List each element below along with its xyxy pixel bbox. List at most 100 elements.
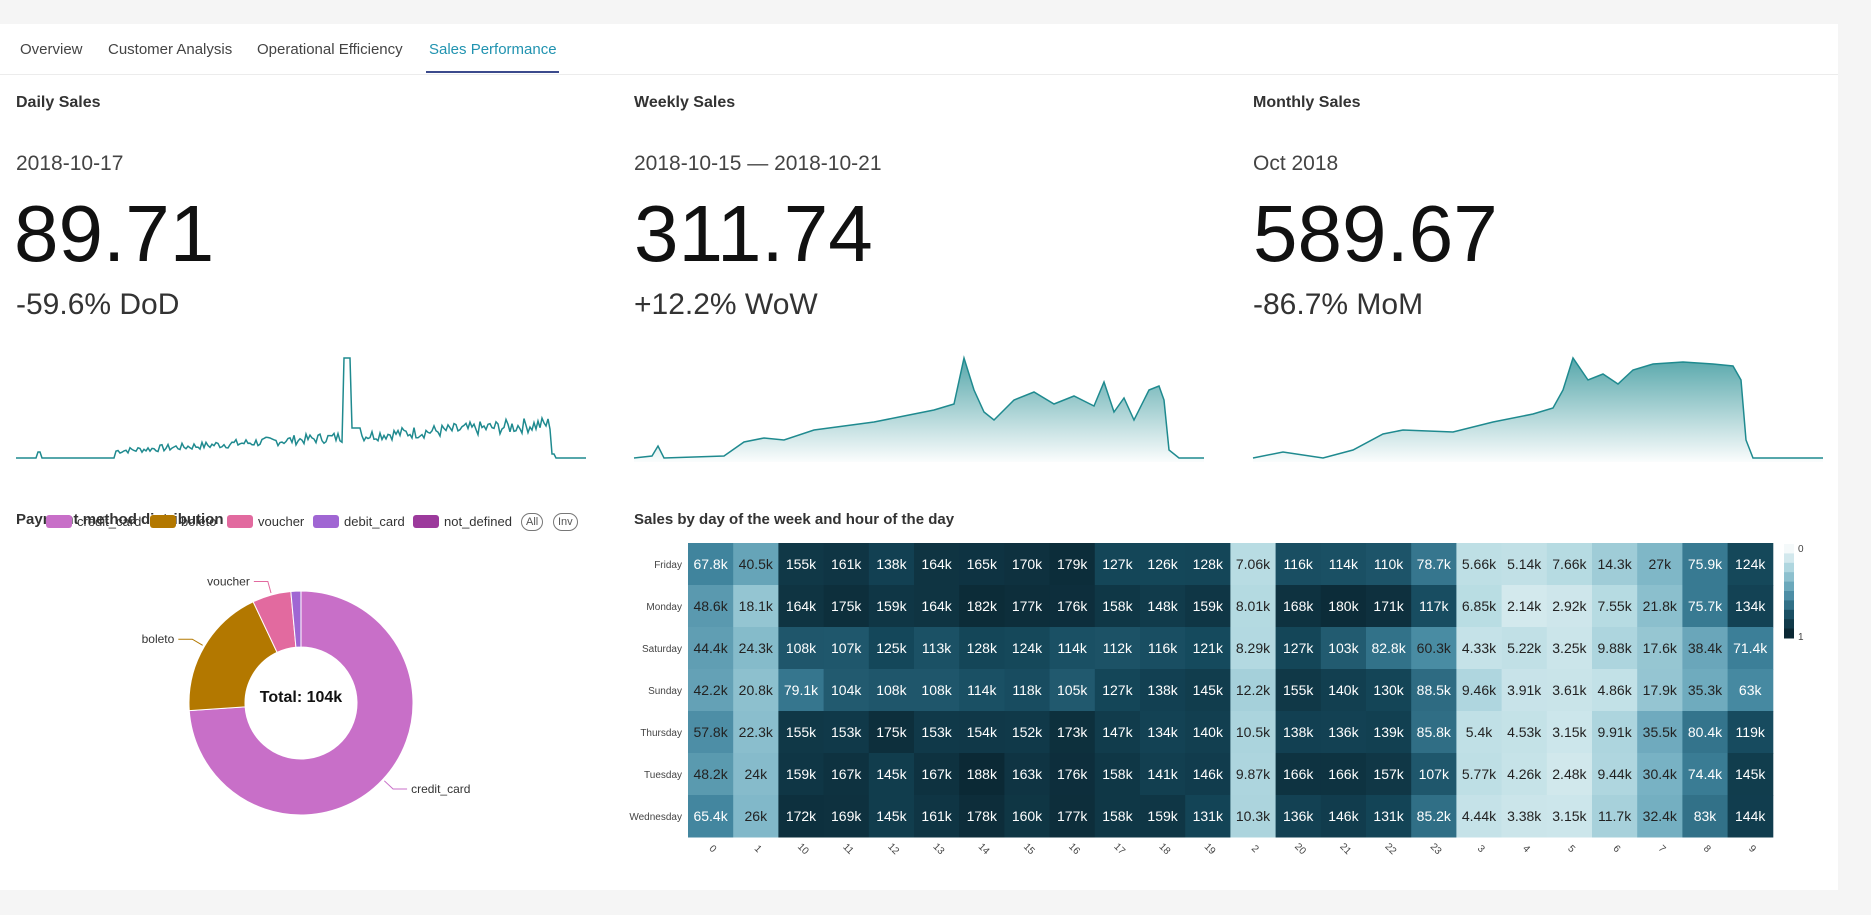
heatmap-cell-label: 130k: [1373, 682, 1404, 698]
heatmap-x-label: 4: [1520, 843, 1532, 855]
heatmap-x-label: 10: [795, 841, 811, 857]
heatmap-cell-label: 164k: [921, 556, 952, 572]
heatmap-cell-label: 88.5k: [1417, 682, 1452, 698]
monthly-sales-period: Oct 2018: [1253, 152, 1339, 175]
heatmap-cell-label: 134k: [1735, 598, 1766, 614]
heatmap-cell-label: 155k: [786, 724, 817, 740]
legend-item-boleto[interactable]: boleto: [150, 514, 216, 529]
heatmap-cell-label: 155k: [786, 556, 817, 572]
heatmap-cell-label: 179k: [1057, 556, 1088, 572]
legend-item-not-defined[interactable]: not_defined: [413, 514, 512, 529]
tab-overview[interactable]: Overview: [20, 41, 83, 58]
heatmap-x-label: 19: [1202, 841, 1218, 857]
colorscale-min-label: 0: [1798, 544, 1804, 555]
heatmap-cell-label: 75.7k: [1688, 598, 1723, 614]
monthly-sales-title: Monthly Sales: [1253, 94, 1361, 111]
heatmap-cell-label: 158k: [1102, 808, 1133, 824]
heatmap-cell-label: 163k: [1012, 766, 1043, 782]
legend-item-credit-card[interactable]: credit_card: [46, 514, 141, 529]
heatmap-cell-label: 4.44k: [1462, 808, 1497, 824]
legend-swatch: [150, 515, 176, 528]
heatmap-cell-label: 176k: [1057, 598, 1088, 614]
heatmap-x-label: 17: [1111, 841, 1127, 857]
heatmap-x-label: 23: [1428, 841, 1444, 857]
heatmap-x-label: 15: [1021, 841, 1037, 857]
heatmap-cell-label: 3.61k: [1552, 682, 1587, 698]
heatmap-y-label: Monday: [646, 602, 682, 613]
heatmap-x-label: 16: [1066, 841, 1082, 857]
heatmap-cell-label: 83k: [1694, 808, 1718, 824]
heatmap-cell-label: 71.4k: [1733, 640, 1768, 656]
heatmap-cell-label: 161k: [831, 556, 862, 572]
heatmap-cell-label: 131k: [1373, 808, 1404, 824]
weekly-sales-title: Weekly Sales: [634, 94, 736, 111]
heatmap-x-label: 11: [840, 842, 855, 857]
heatmap-x-label: 21: [1337, 841, 1353, 857]
legend-swatch: [413, 515, 439, 528]
tab-customer-analysis[interactable]: Customer Analysis: [108, 41, 232, 58]
heatmap-cell-label: 108k: [786, 640, 817, 656]
heatmap-cell-label: 3.38k: [1507, 808, 1542, 824]
heatmap-cell-label: 178k: [967, 808, 998, 824]
heatmap-cell-label: 175k: [831, 598, 862, 614]
heatmap-x-label: 3: [1475, 843, 1487, 855]
heatmap-cell-label: 114k: [1329, 556, 1359, 572]
heatmap-cell-label: 172k: [786, 808, 817, 824]
heatmap-cell-label: 10.3k: [1236, 808, 1271, 824]
heatmap-cell-label: 27k: [1649, 556, 1673, 572]
colorscale-step: [1784, 619, 1794, 630]
heatmap-cell-label: 144k: [1735, 808, 1766, 824]
heatmap-cell-label: 2.48k: [1552, 766, 1587, 782]
heatmap-cell-label: 177k: [1012, 598, 1043, 614]
heatmap-x-label: 6: [1611, 843, 1623, 855]
legend-label: credit_card: [77, 514, 142, 529]
heatmap-cell-label: 79.1k: [784, 682, 819, 698]
heatmap-cell-label: 167k: [921, 766, 952, 782]
heatmap-x-label: 20: [1292, 841, 1308, 857]
heatmap-cell-label: 167k: [831, 766, 862, 782]
heatmap-cell-label: 175k: [876, 724, 907, 740]
heatmap-cell-label: 18.1k: [739, 598, 774, 614]
tab-sales-performance[interactable]: Sales Performance: [429, 41, 557, 58]
monthly-sales-value: 589.67: [1253, 189, 1498, 278]
legend-item-voucher[interactable]: voucher: [227, 514, 304, 529]
legend-item-debit-card[interactable]: debit_card: [313, 514, 405, 529]
legend-all-toggle[interactable]: All: [521, 513, 544, 531]
heatmap-cell-label: 180k: [1328, 598, 1359, 614]
heatmap-cell-label: 9.91k: [1597, 724, 1632, 740]
heatmap-cell-label: 57.8k: [693, 724, 728, 740]
heatmap-cell-label: 22.3k: [739, 724, 774, 740]
legend-swatch: [313, 515, 339, 528]
heatmap-cell-label: 146k: [1328, 808, 1359, 824]
colorscale-step: [1784, 600, 1794, 611]
heatmap-cell-label: 9.88k: [1597, 640, 1632, 656]
heatmap-cell-label: 165k: [967, 556, 998, 572]
tab-operational-efficiency[interactable]: Operational Efficiency: [257, 41, 403, 58]
heatmap-cell-label: 75.9k: [1688, 556, 1723, 572]
heatmap-cell-label: 168k: [1283, 598, 1314, 614]
heatmap-cell-label: 166k: [1283, 766, 1314, 782]
weekly-sparkline-area: [634, 358, 1204, 462]
colorscale-step: [1784, 544, 1794, 554]
heatmap-cell-label: 24.3k: [739, 640, 774, 656]
slice-label-leader: [253, 580, 272, 594]
heatmap-cell-label: 108k: [876, 682, 907, 698]
colorscale-max-label: 1: [1798, 632, 1804, 643]
heatmap-cell-label: 42.2k: [693, 682, 728, 698]
slice-label-leader: [178, 638, 203, 646]
heatmap-cell-label: 141k: [1147, 766, 1178, 782]
sales-heatmap: Friday 67.8k 40.5k 155k 161k 138k 164k 165k 170k…: [629, 543, 1804, 857]
heatmap-cell-label: 107k: [1419, 766, 1450, 782]
legend-inverse-toggle[interactable]: Inv: [553, 513, 578, 531]
heatmap-x-label: 2: [1249, 843, 1261, 855]
slice-label-leader: [383, 780, 408, 790]
heatmap-cell-label: 4.53k: [1507, 724, 1542, 740]
heatmap-cell-label: 136k: [1283, 808, 1314, 824]
weekly-sales-sparkline: [633, 355, 1204, 462]
heatmap-cell-label: 3.15k: [1552, 724, 1587, 740]
heatmap-x-label: 12: [885, 841, 901, 857]
slice-label-boleto: boleto: [142, 632, 175, 646]
slice-label-credit-card: credit_card: [411, 782, 470, 796]
heatmap-cell-label: 44.4k: [693, 640, 728, 656]
heatmap-cell-label: 116k: [1148, 640, 1178, 656]
